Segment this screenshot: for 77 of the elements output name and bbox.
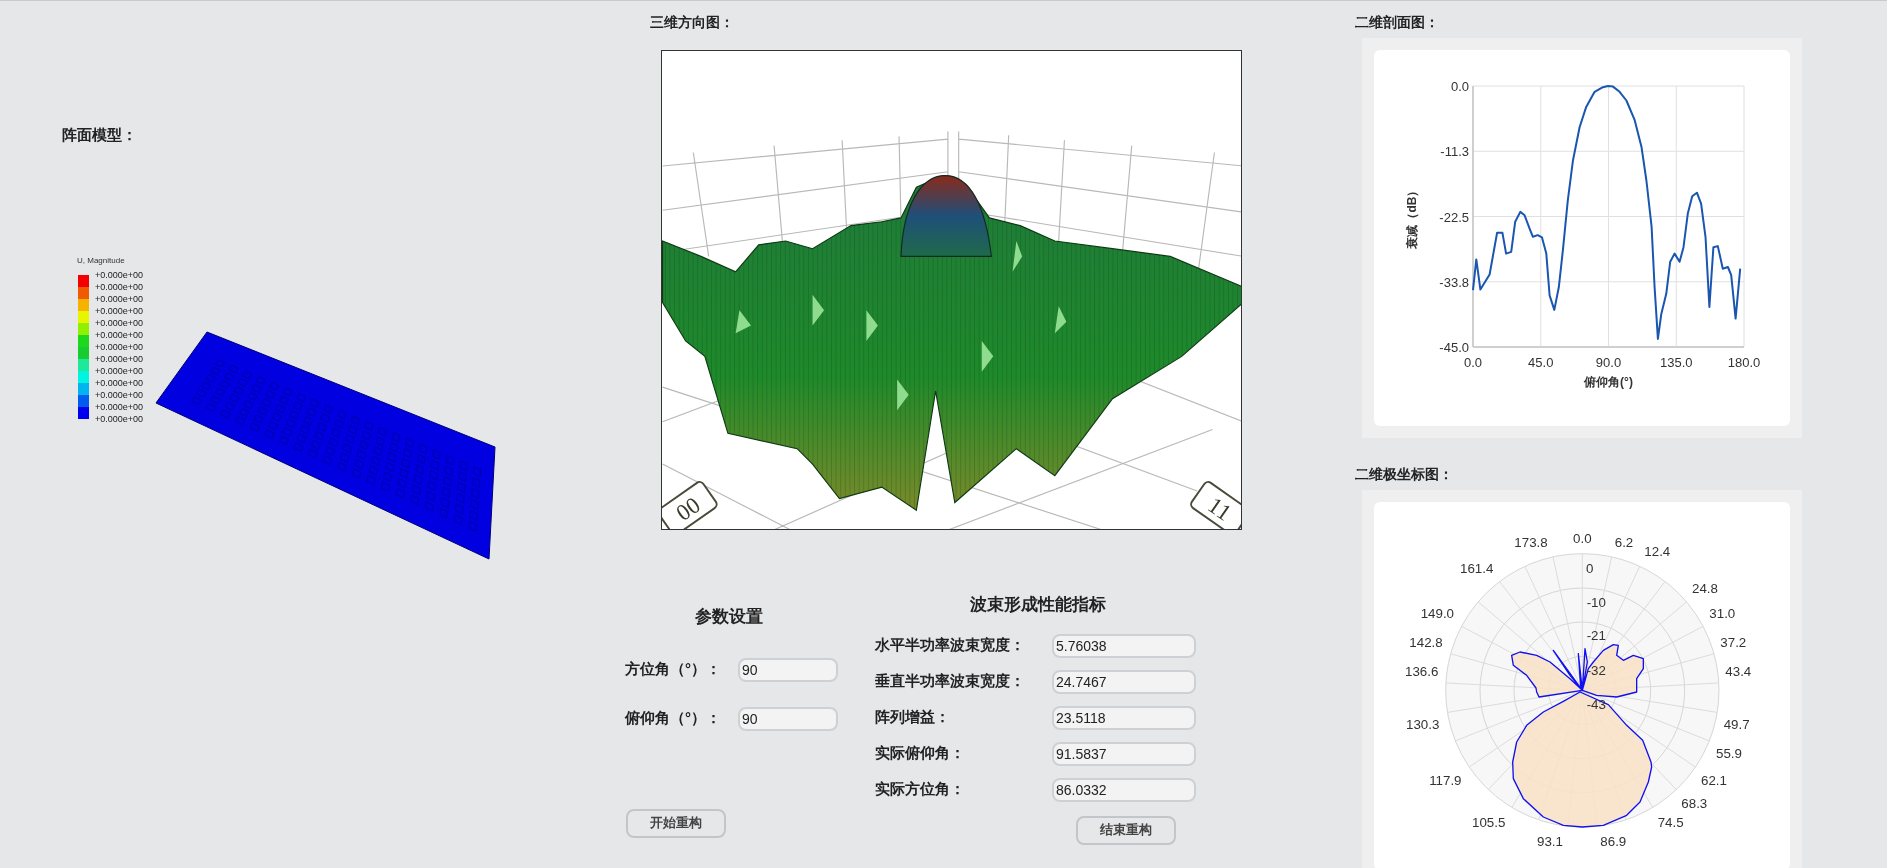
metric-label: 垂直半功率波束宽度： <box>875 671 1026 692</box>
angle-label: 68.3 <box>1681 796 1708 812</box>
y-tick-label: 0.0 <box>1450 79 1469 94</box>
legend-label: +0.000e+00 <box>95 294 144 304</box>
angle-label: 173.8 <box>1514 535 1548 551</box>
ring-label: -43 <box>1586 697 1606 713</box>
x-tick-label: 135.0 <box>1660 355 1693 370</box>
section-title: 阵面模型： <box>62 125 137 145</box>
angle-label: 130.3 <box>1406 717 1440 732</box>
y-tick-label: -33.8 <box>1439 274 1469 290</box>
ring-label: -32 <box>1586 663 1606 678</box>
angle-label: 105.5 <box>1472 815 1506 831</box>
legend-label: +0.000e+00 <box>95 366 144 376</box>
ring-label: -21 <box>1586 628 1606 643</box>
x-tick-label: 45.0 <box>1528 355 1554 370</box>
field-label: 方位角（°）： <box>625 659 722 680</box>
metric-label: 实际方位角： <box>875 779 966 800</box>
angle-label: 74.5 <box>1657 814 1684 830</box>
legend-label: +0.000e+00 <box>95 354 144 364</box>
legend-label: +0.000e+00 <box>95 414 144 424</box>
y-axis-title: 衰减（dB） <box>1405 184 1419 249</box>
angle-label: 24.8 <box>1692 581 1718 597</box>
angle-label: 161.4 <box>1460 560 1494 576</box>
ring-label: -10 <box>1586 594 1606 610</box>
field-label: 俯仰角（°）： <box>625 708 722 729</box>
x-tick-label: 0.0 <box>1463 355 1483 370</box>
legend-label: +0.000e+00 <box>95 402 144 412</box>
angle-label: 149.0 <box>1420 606 1454 622</box>
metric-value-field[interactable]: 5.76038 <box>1052 633 1196 658</box>
section-title: 二维剖面图： <box>1355 13 1439 32</box>
legend-label: +0.000e+00 <box>95 390 144 400</box>
x-axis-title: 俯仰角(°) <box>1584 375 1633 389</box>
angle-label: 31.0 <box>1709 606 1736 622</box>
x-tick-label: 180.0 <box>1727 355 1761 370</box>
angle-label: 93.1 <box>1537 833 1563 849</box>
legend-label: +0.000e+00 <box>95 282 144 292</box>
input-field[interactable]: 90 <box>738 706 838 731</box>
legend-label: +0.000e+00 <box>95 318 144 328</box>
axis-tick-label: 00 <box>670 491 705 526</box>
legend-label: +0.000e+00 <box>95 378 144 388</box>
section-title: 三维方向图： <box>650 13 734 32</box>
legend-label: +0.000e+00 <box>95 342 144 352</box>
metric-value-field[interactable]: 91.5837 <box>1052 741 1196 766</box>
metric-label: 阵列增益： <box>875 707 951 728</box>
angle-label: 86.9 <box>1600 833 1627 849</box>
angle-label: 55.9 <box>1716 746 1742 762</box>
metric-value-field[interactable]: 24.7467 <box>1052 669 1196 694</box>
angle-label: 12.4 <box>1644 544 1671 559</box>
start-button[interactable]: 开始重构 <box>626 808 726 838</box>
legend-title: U, Magnitude <box>77 256 125 265</box>
angle-label: 49.7 <box>1723 717 1750 732</box>
y-tick-label: -11.3 <box>1440 144 1469 160</box>
angle-label: 0.0 <box>1573 531 1592 547</box>
legend-label: +0.000e+00 <box>95 270 144 280</box>
panel-heading: 参数设置 <box>695 606 763 628</box>
metric-label: 实际俯仰角： <box>875 743 966 764</box>
angle-label: 43.4 <box>1725 664 1752 679</box>
x-tick-label: 90.0 <box>1595 355 1622 370</box>
angle-label: 37.2 <box>1720 634 1747 650</box>
y-tick-label: -22.5 <box>1439 209 1469 225</box>
angle-label: 136.6 <box>1405 664 1439 679</box>
y-tick-label: -45.0 <box>1439 340 1469 355</box>
end-button[interactable]: 结束重构 <box>1076 815 1176 845</box>
angle-label: 142.8 <box>1409 634 1443 650</box>
panel-heading: 波束形成性能指标 <box>970 594 1106 616</box>
section-title: 二维极坐标图： <box>1355 465 1453 484</box>
angle-label: 6.2 <box>1614 535 1634 551</box>
legend-label: +0.000e+00 <box>95 306 144 316</box>
angle-label: 117.9 <box>1429 773 1462 788</box>
angle-label: 62.1 <box>1701 773 1727 788</box>
metric-value-field[interactable]: 86.0332 <box>1052 777 1196 802</box>
metric-label: 水平半功率波束宽度： <box>875 635 1026 656</box>
ring-label: 0 <box>1586 560 1594 576</box>
axis-tick-label: 11 <box>1203 491 1237 526</box>
legend-label: +0.000e+00 <box>95 330 144 340</box>
metric-value-field[interactable]: 23.5118 <box>1052 705 1196 730</box>
input-field[interactable]: 90 <box>738 657 838 682</box>
